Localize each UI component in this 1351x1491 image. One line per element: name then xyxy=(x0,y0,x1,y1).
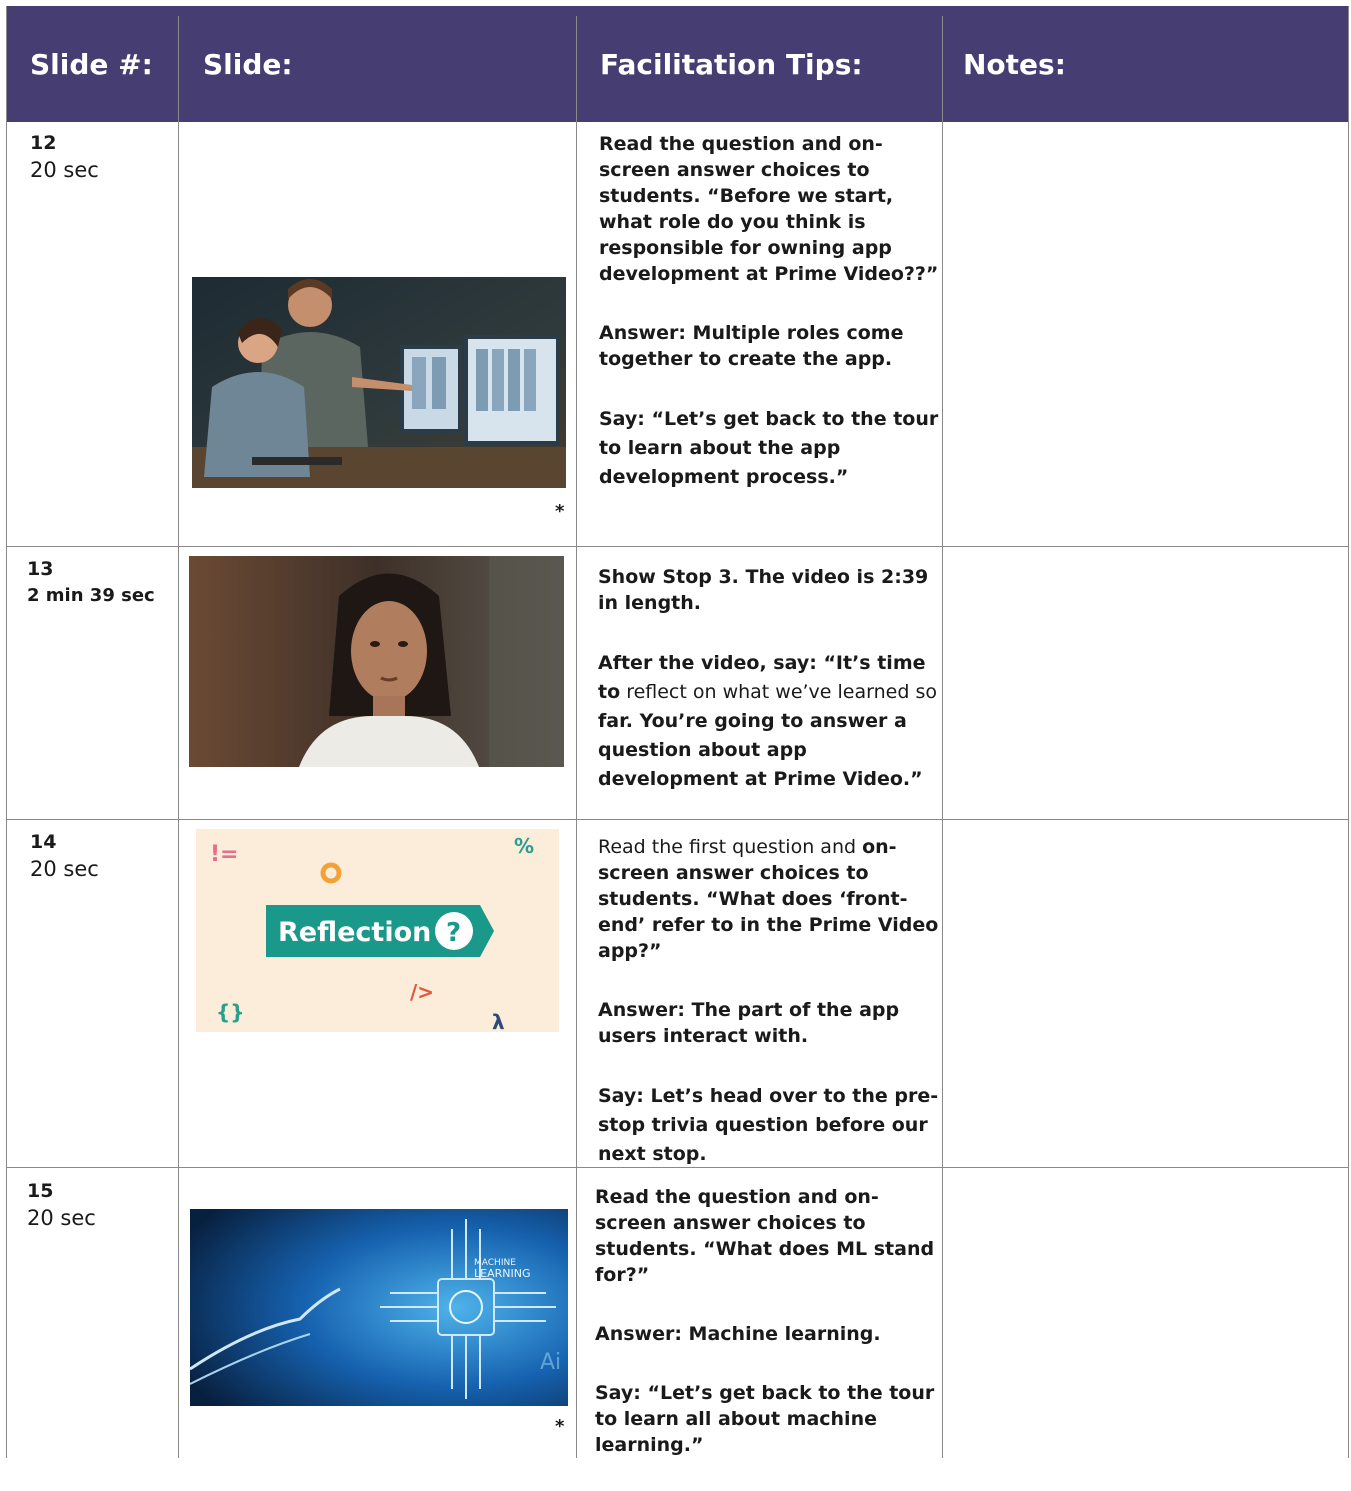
facilitation-tips-14: Read the first question and on-screen an… xyxy=(598,834,940,1202)
tip-text: Read the question and on-screen answer c… xyxy=(599,133,939,285)
facilitation-tips-15: Read the question and on-screen answer c… xyxy=(595,1184,937,1491)
reflection-label: Reflection xyxy=(278,917,431,948)
svg-text:%: % xyxy=(514,834,534,858)
header-facilitation-tips: Facilitation Tips: xyxy=(600,47,863,81)
tip-answer: Answer: Multiple roles come together to … xyxy=(599,322,904,370)
svg-text:λ: λ xyxy=(492,1010,505,1032)
header-notes: Notes: xyxy=(963,47,1066,81)
slide-thumbnail-machine-learning: MACHINE LEARNING Ai xyxy=(190,1209,568,1406)
facilitation-tips-13: Show Stop 3. The video is 2:39 in length… xyxy=(598,564,938,794)
svg-text:{}: {} xyxy=(216,1000,244,1024)
slide-duration: 20 sec xyxy=(30,158,99,182)
slide-thumbnail-people-at-monitors xyxy=(192,277,566,488)
image-footnote-marker: * xyxy=(555,501,565,522)
tip-say: Say: “Let’s get back to the tour to lear… xyxy=(595,1382,935,1456)
svg-text:/>: /> xyxy=(410,980,434,1004)
svg-text:Ai: Ai xyxy=(540,1350,561,1375)
slide-duration: 20 sec xyxy=(30,857,99,881)
tip-say: Say: “Let’s get back to the tour to lear… xyxy=(599,408,939,488)
tip-text: Read the question and on-screen answer c… xyxy=(595,1186,935,1286)
table-row: 12 20 sec xyxy=(30,132,99,182)
facilitation-tips-12: Read the question and on-screen answer c… xyxy=(599,131,939,525)
slide-duration: 2 min 39 sec xyxy=(27,585,155,606)
slide-thumbnail-woman-speaking xyxy=(189,556,564,767)
tip-text: Read the first question and on-screen an… xyxy=(598,836,939,962)
row-divider-2 xyxy=(6,819,1349,820)
tip-answer: Answer: The part of the app users intera… xyxy=(598,999,900,1047)
table-row: 14 20 sec xyxy=(30,831,99,881)
header-slide-number: Slide #: xyxy=(30,47,153,81)
tip-say: Say: Let’s head over to the pre-stop tri… xyxy=(598,1085,939,1165)
svg-text:LEARNING: LEARNING xyxy=(474,1267,530,1280)
table-row: 15 20 sec xyxy=(27,1180,96,1230)
slide-number: 12 xyxy=(30,132,57,154)
slide-number: 14 xyxy=(30,831,57,853)
table-row: 13 2 min 39 sec xyxy=(27,558,155,606)
image-footnote-marker: * xyxy=(555,1416,565,1437)
slide-thumbnail-reflection: != % Reflection ? /> {} λ xyxy=(196,829,559,1032)
border-right xyxy=(1348,6,1349,546)
slide-number: 13 xyxy=(27,558,54,580)
header-slide: Slide: xyxy=(203,47,293,81)
question-mark-icon: ? xyxy=(446,918,461,948)
slide-number: 15 xyxy=(27,1180,54,1202)
slide-duration: 20 sec xyxy=(27,1206,96,1230)
row-divider-1 xyxy=(6,546,1349,547)
border-left xyxy=(6,6,7,1458)
table-header: Slide #: Slide: Facilitation Tips: Notes… xyxy=(6,6,1349,122)
column-divider-3 xyxy=(942,16,943,1458)
tip-after-video: After the video, say: “It’s time to refl… xyxy=(598,652,937,790)
column-divider-2 xyxy=(576,16,577,1458)
column-divider-1 xyxy=(178,16,179,1458)
tip-answer: Answer: Machine learning. xyxy=(595,1323,881,1345)
svg-text:!=: != xyxy=(210,842,238,867)
border-right-lower xyxy=(1348,546,1349,1458)
tip-text: Show Stop 3. The video is 2:39 in length… xyxy=(598,566,929,614)
